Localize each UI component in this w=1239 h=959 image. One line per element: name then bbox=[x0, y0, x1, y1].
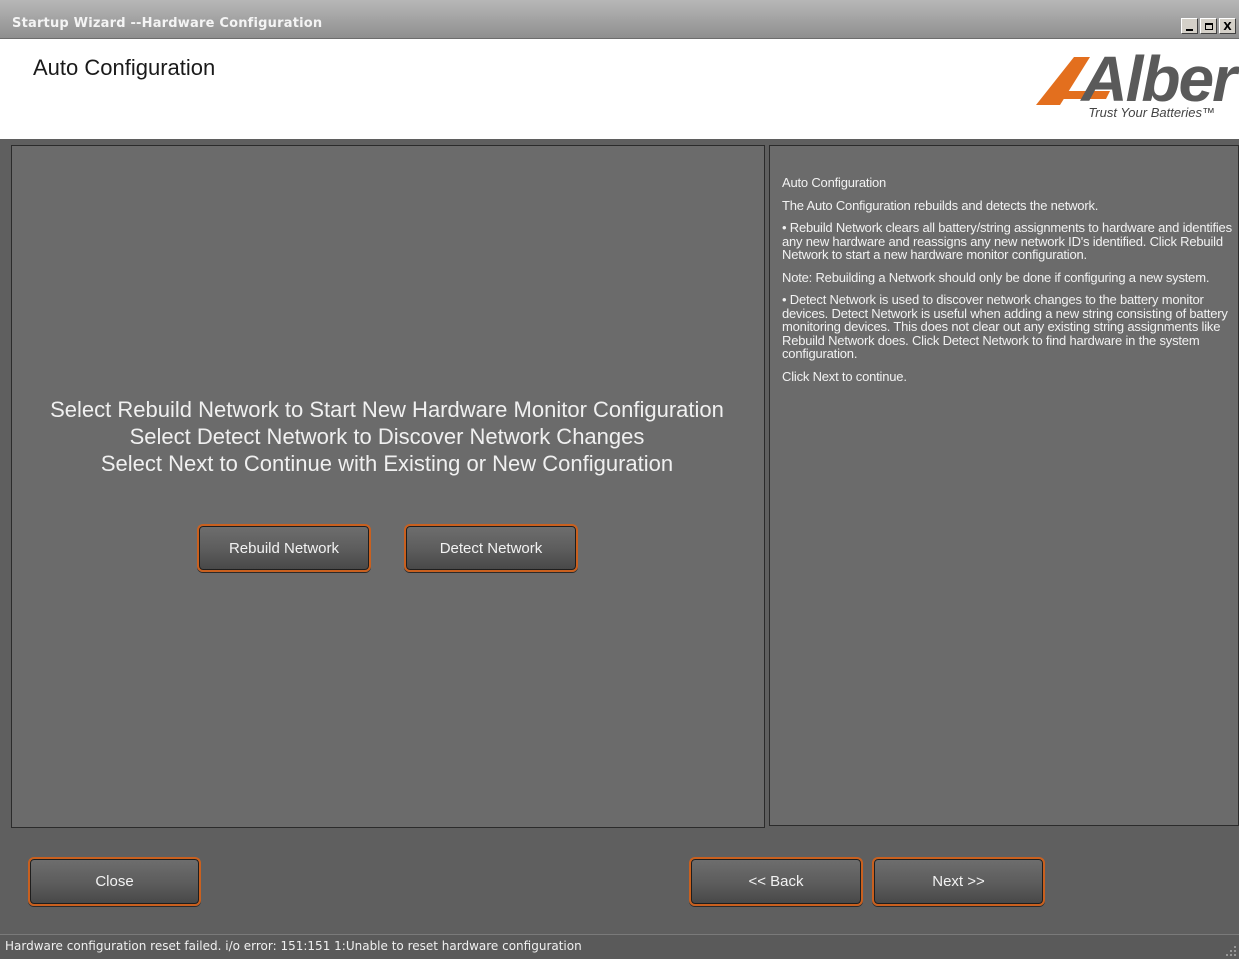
logo-tagline: Trust Your Batteries™ bbox=[1088, 105, 1215, 120]
main-panel: Select Rebuild Network to Start New Hard… bbox=[11, 145, 765, 828]
next-button[interactable]: Next >> bbox=[872, 857, 1045, 906]
window-controls: X bbox=[1181, 18, 1236, 34]
resize-grip-icon[interactable] bbox=[1225, 945, 1237, 957]
help-text: Auto Configuration The Auto Configuratio… bbox=[782, 176, 1232, 392]
detect-network-button[interactable]: Detect Network bbox=[404, 524, 578, 572]
close-button[interactable]: Close bbox=[28, 857, 201, 906]
instruction-line: Select Detect Network to Discover Networ… bbox=[129, 424, 645, 449]
title-bar[interactable]: Startup Wizard --Hardware Configuration … bbox=[0, 0, 1239, 39]
minimize-button[interactable] bbox=[1181, 18, 1198, 34]
help-rebuild: • Rebuild Network clears all battery/str… bbox=[782, 220, 1232, 262]
instruction-line: Select Next to Continue with Existing or… bbox=[100, 451, 674, 476]
help-heading: Auto Configuration bbox=[782, 175, 887, 190]
help-intro: The Auto Configuration rebuilds and dete… bbox=[782, 197, 1099, 213]
window-title: Startup Wizard --Hardware Configuration bbox=[12, 16, 323, 31]
maximize-icon bbox=[1204, 22, 1213, 30]
help-panel: Auto Configuration The Auto Configuratio… bbox=[769, 145, 1239, 826]
close-icon: X bbox=[1223, 19, 1232, 33]
status-message: Hardware configuration reset failed. i/o… bbox=[5, 939, 582, 953]
help-continue: Click Next to continue. bbox=[782, 368, 907, 384]
back-button[interactable]: << Back bbox=[689, 857, 863, 906]
status-bar: Hardware configuration reset failed. i/o… bbox=[0, 934, 1239, 959]
page-title: Auto Configuration bbox=[33, 55, 216, 80]
header: Auto Configuration Alber Trust Your Batt… bbox=[0, 39, 1239, 139]
maximize-button[interactable] bbox=[1200, 18, 1217, 34]
help-detect: • Detect Network is used to discover net… bbox=[782, 292, 1228, 361]
instruction-line: Select Rebuild Network to Start New Hard… bbox=[50, 397, 724, 422]
close-window-button[interactable]: X bbox=[1219, 18, 1236, 34]
instructions: Select Rebuild Network to Start New Hard… bbox=[2, 396, 772, 477]
footer: Close << Back Next >> bbox=[0, 830, 1239, 930]
help-note: Note: Rebuilding a Network should only b… bbox=[782, 269, 1210, 285]
minimize-icon bbox=[1186, 28, 1193, 31]
alber-logo: Alber Trust Your Batteries™ bbox=[1030, 43, 1237, 127]
rebuild-network-button[interactable]: Rebuild Network bbox=[197, 524, 371, 572]
